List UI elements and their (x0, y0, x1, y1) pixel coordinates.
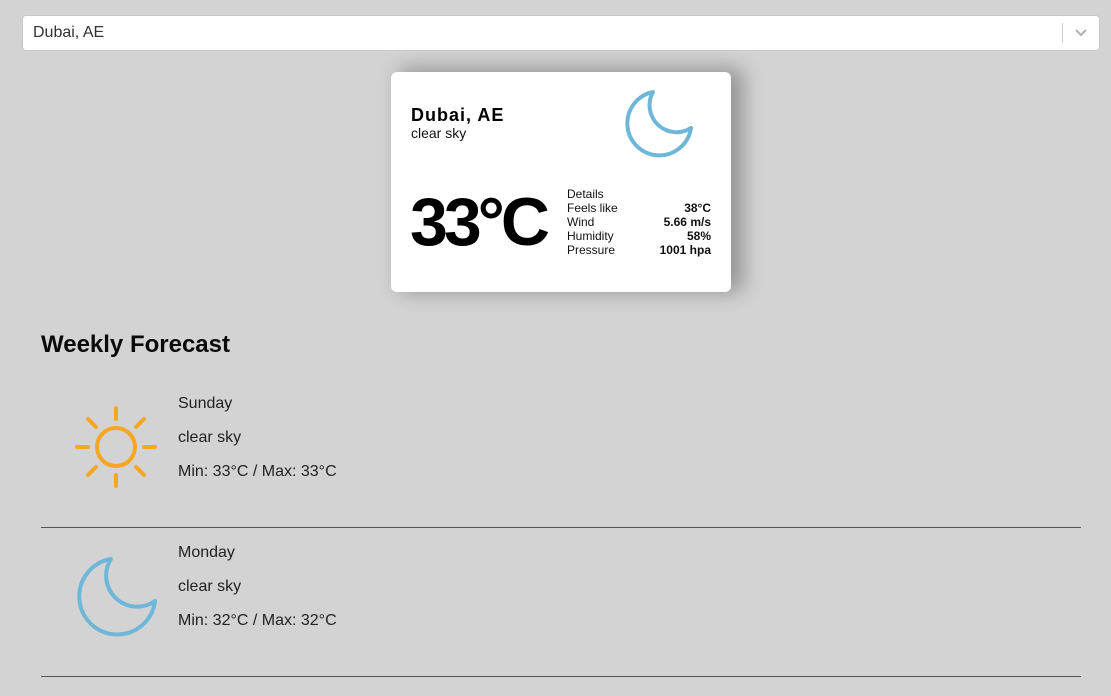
current-city: Dubai, AE (411, 105, 505, 125)
detail-humidity: Humidity 58% (567, 229, 711, 243)
detail-label: Feels like (567, 201, 618, 215)
moon-icon (71, 551, 161, 641)
sun-icon (71, 402, 161, 492)
detail-label: Humidity (567, 229, 614, 243)
forecast-temperature: Min: 33°C / Max: 33°C (178, 463, 337, 480)
detail-value: 1001 hpa (659, 243, 711, 257)
current-description: clear sky (411, 125, 467, 141)
forecast-item-sunday[interactable]: Sunday clear sky Min: 33°C / Max: 33°C (41, 378, 1081, 528)
forecast-day: Monday (178, 544, 235, 561)
detail-label: Wind (567, 215, 595, 229)
forecast-day: Sunday (178, 395, 233, 412)
chevron-down-icon[interactable] (1063, 16, 1099, 50)
current-weather-card: Dubai, AE clear sky 33°C Details Feels l… (391, 72, 731, 292)
details-panel: Details Feels like 38°C Wind 5.66 m/s Hu… (567, 187, 711, 257)
forecast-description: clear sky (178, 429, 242, 446)
detail-value: 38°C (684, 201, 711, 215)
detail-feels-like: Feels like 38°C (567, 201, 711, 215)
moon-icon (623, 86, 699, 162)
city-select[interactable]: Dubai, AE (22, 15, 1100, 51)
detail-value: 5.66 m/s (663, 215, 711, 229)
forecast-temperature: Min: 32°C / Max: 32°C (178, 612, 337, 629)
detail-wind: Wind 5.66 m/s (567, 215, 711, 229)
detail-pressure: Pressure 1001 hpa (567, 243, 711, 257)
detail-label: Pressure (567, 243, 616, 257)
forecast-item-monday[interactable]: Monday clear sky Min: 32°C / Max: 32°C (41, 527, 1081, 677)
details-heading: Details (567, 187, 604, 201)
weekly-forecast-title: Weekly Forecast (41, 331, 230, 358)
detail-value: 58% (686, 229, 711, 243)
current-temperature: 33°C (410, 184, 550, 260)
city-select-value: Dubai, AE (33, 24, 105, 41)
forecast-description: clear sky (178, 578, 242, 595)
